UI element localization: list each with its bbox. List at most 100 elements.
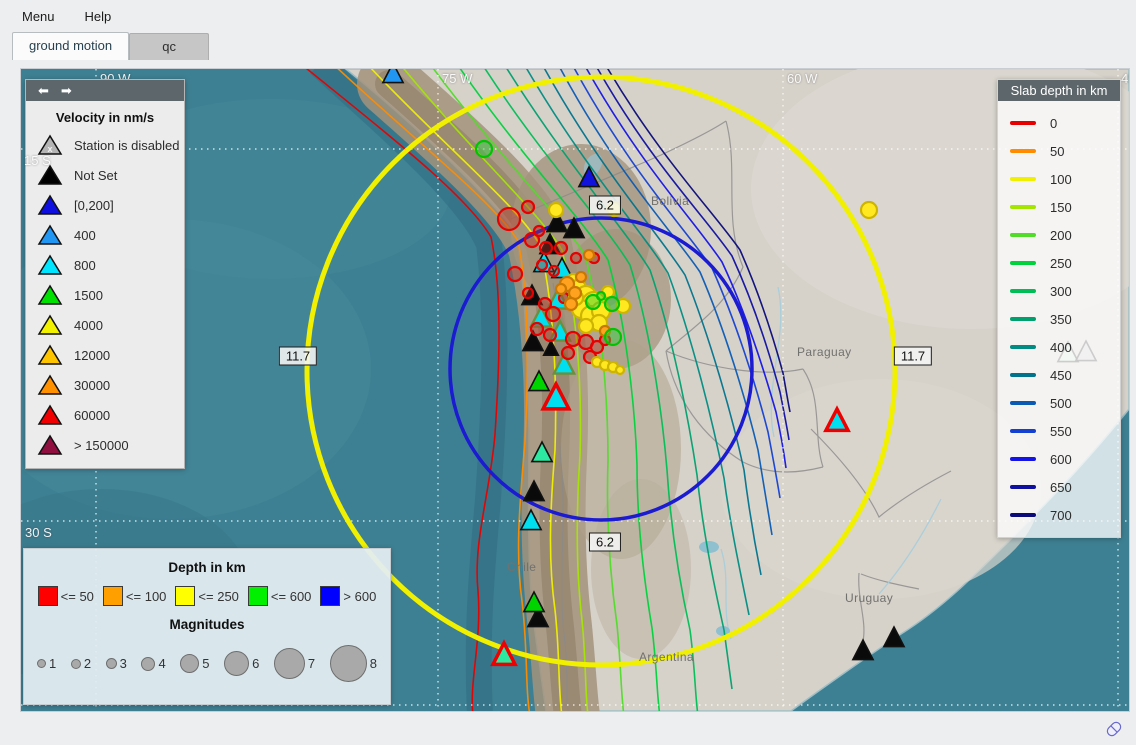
back-arrow-icon[interactable]: ⬅ [38,80,49,101]
menu-button[interactable]: Menu [14,7,63,26]
ring-value-label: 11.7 [894,347,932,366]
help-button[interactable]: Help [77,7,120,26]
event-marker[interactable] [562,347,574,359]
depth-legend-label: > 600 [343,589,376,604]
magnitude-circle [180,654,199,673]
event-marker[interactable] [531,323,543,335]
slab-legend-label: 50 [1050,144,1064,159]
depth-legend-title: Depth in km [24,560,390,575]
slab-legend-label: 100 [1050,172,1072,187]
event-marker[interactable] [579,319,593,333]
slab-color-swatch [1010,205,1036,209]
station-triangle-icon [37,193,63,217]
velocity-legend-label: 30000 [74,378,110,393]
depth-legend-label: <= 250 [198,589,239,604]
event-marker[interactable] [508,267,522,281]
magnitude-legend-label: 8 [370,656,377,671]
station-triangle-icon [37,223,63,247]
slab-legend-label: 200 [1050,228,1072,243]
magnitude-circle [106,658,117,669]
event-marker[interactable] [546,307,560,321]
magnitude-legend-item: 1 [37,656,56,671]
depth-legend-item: <= 100 [103,586,167,606]
depth-legend-label: <= 50 [61,589,94,604]
slab-legend-item: 50 [998,137,1120,165]
event-marker[interactable] [476,141,492,157]
slab-legend-label: 550 [1050,424,1072,439]
depth-legend-item: <= 50 [38,586,94,606]
country-label: Bolivia [651,194,689,208]
ring-value-label: 6.2 [589,533,621,552]
event-marker[interactable] [534,226,544,236]
event-marker[interactable] [522,201,534,213]
event-marker[interactable] [523,288,533,298]
event-marker[interactable] [571,253,581,263]
size-grip-icon[interactable] [1103,717,1125,741]
forward-arrow-icon[interactable]: ➡ [61,80,72,101]
slab-legend-label: 450 [1050,368,1072,383]
velocity-legend-label: 400 [74,228,96,243]
slab-legend-label: 600 [1050,452,1072,467]
velocity-legend-label: Station is disabled [74,138,180,153]
slab-color-swatch [1010,317,1036,321]
event-marker[interactable] [605,329,621,345]
map-canvas[interactable]: 90 W75 W60 W45 W15 S30 SBoliviaParaguayC… [20,68,1130,712]
slab-legend-item: 550 [998,417,1120,445]
velocity-legend-label: 1500 [74,288,103,303]
slab-legend-item: 200 [998,221,1120,249]
event-marker[interactable] [597,292,605,300]
slab-legend-item: 400 [998,333,1120,361]
slab-legend-items: 0501001502002503003504004505005506006507… [998,101,1120,537]
slab-legend-item: 350 [998,305,1120,333]
tab-qc[interactable]: qc [129,33,209,60]
slab-legend-label: 0 [1050,116,1057,131]
event-marker[interactable] [565,298,577,310]
event-marker[interactable] [556,284,566,294]
velocity-legend-panel: ⬅ ➡ Velocity in nm/s xStation is disable… [25,79,185,469]
depth-color-square [175,586,195,606]
depth-color-square [248,586,268,606]
slab-legend-item: 150 [998,193,1120,221]
event-marker[interactable] [498,208,520,230]
velocity-legend-item: 30000 [26,370,184,400]
event-marker[interactable] [540,242,552,254]
velocity-legend-item: 60000 [26,400,184,430]
event-marker[interactable] [537,260,547,270]
slab-legend-label: 350 [1050,312,1072,327]
event-marker[interactable] [544,329,556,341]
ring-value-label: 11.7 [279,347,317,366]
magnitude-circle [274,648,305,679]
velocity-legend-label: 60000 [74,408,110,423]
magnitude-legend-label: 4 [158,656,165,671]
velocity-legend-item: 400 [26,220,184,250]
velocity-legend-header: ⬅ ➡ [26,80,184,101]
event-marker[interactable] [566,332,580,346]
event-marker[interactable] [584,250,594,260]
tab-ground-motion[interactable]: ground motion [12,32,129,60]
slab-color-swatch [1010,345,1036,349]
slab-depth-legend-panel: Slab depth in km 05010015020025030035040… [997,79,1121,538]
country-label: Uruguay [845,591,893,605]
depth-legend-item: <= 250 [175,586,239,606]
magnitude-legend-item: 4 [141,656,165,671]
slab-color-swatch [1010,373,1036,377]
event-marker[interactable] [555,242,567,254]
magnitude-circle [224,651,249,676]
event-marker[interactable] [605,297,619,311]
event-marker[interactable] [549,266,559,276]
event-marker[interactable] [549,203,563,217]
magnitude-legend-item: 2 [71,656,91,671]
station-triangle-icon [37,343,63,367]
magnitude-circle [141,657,155,671]
velocity-legend-items: xStation is disabledNot Set[0,200]400800… [26,130,184,468]
event-marker[interactable] [861,202,877,218]
slab-color-swatch [1010,233,1036,237]
event-marker[interactable] [616,366,624,374]
depth-color-square [320,586,340,606]
depth-legend-items: <= 50<= 100<= 250<= 600> 600 [24,586,390,606]
grid-label: 15 S [24,153,51,168]
magnitude-legend-item: 7 [274,648,315,679]
event-marker[interactable] [576,272,586,282]
magnitude-legend-item: 8 [330,645,377,682]
magnitude-legend-label: 7 [308,656,315,671]
